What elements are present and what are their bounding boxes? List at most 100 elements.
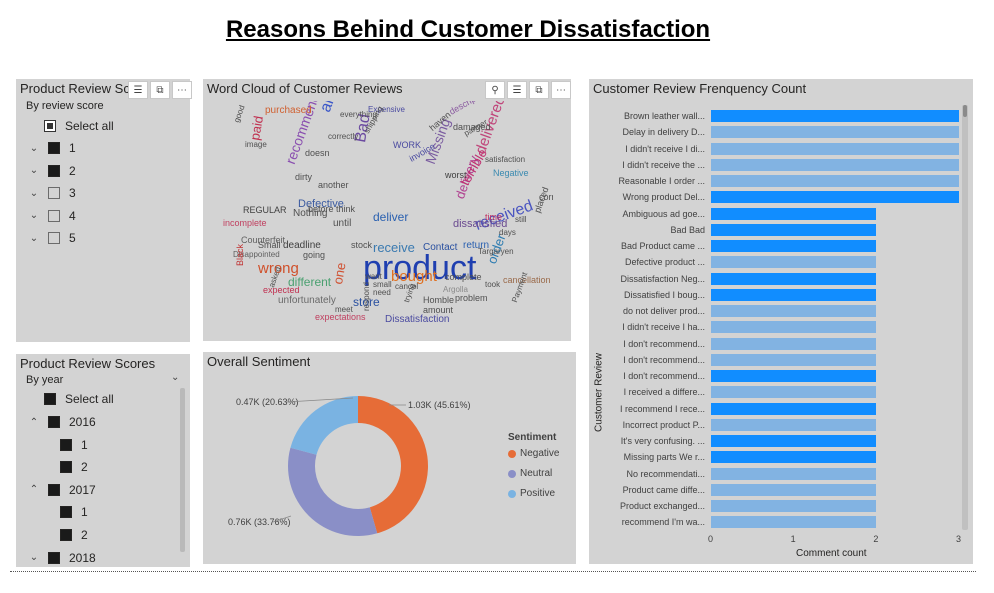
word-cloud-word[interactable]: Homble: [423, 296, 454, 305]
checkbox[interactable]: [48, 483, 60, 496]
sentiment-donut-visual[interactable]: Overall Sentiment 1.03K (45.61%) 0.76K (3…: [203, 352, 576, 564]
word-cloud-word[interactable]: description: [448, 101, 491, 117]
chevron-down-icon[interactable]: ⌄: [171, 372, 179, 383]
word-cloud-word[interactable]: Contact: [423, 243, 457, 253]
bar[interactable]: [711, 451, 877, 464]
focus-mode-icon[interactable]: ⧉: [529, 81, 549, 99]
checkbox[interactable]: [60, 529, 72, 541]
word-cloud-word[interactable]: deliver: [373, 211, 408, 223]
bar[interactable]: [711, 158, 959, 171]
checkbox[interactable]: [48, 551, 60, 564]
word-cloud-word[interactable]: complete: [445, 273, 482, 282]
checkbox[interactable]: [44, 393, 56, 405]
chevron-down-icon[interactable]: ⌄: [28, 143, 40, 154]
year-sub-option[interactable]: 1: [60, 436, 88, 454]
review-frequency-bar-visual[interactable]: Customer Review Frenquency Count Custome…: [589, 79, 973, 564]
filter-icon[interactable]: ☰: [128, 81, 148, 99]
word-cloud-word[interactable]: want: [365, 273, 382, 281]
checkbox[interactable]: [48, 209, 60, 222]
word-cloud-word[interactable]: correct: [539, 193, 553, 202]
word-cloud-word[interactable]: meet: [335, 306, 353, 314]
more-options-icon[interactable]: ⋯: [172, 81, 192, 99]
chevron-down-icon[interactable]: ⌄: [28, 233, 40, 244]
year-sub-option[interactable]: 2: [60, 458, 88, 476]
checkbox[interactable]: [44, 120, 56, 132]
word-cloud-word[interactable]: amount: [423, 306, 453, 315]
bar[interactable]: [711, 516, 877, 529]
word-cloud-word[interactable]: respond: [362, 282, 371, 311]
word-cloud-visual[interactable]: Word Cloud of Customer Reviews ⚲ ☰ ⧉ ⋯ p…: [203, 79, 571, 341]
year-group-2016[interactable]: ⌃ 2016: [28, 413, 96, 431]
bar[interactable]: [711, 110, 959, 122]
bar[interactable]: [711, 142, 959, 155]
focus-mode-icon[interactable]: ⧉: [150, 81, 170, 99]
scrollbar[interactable]: [962, 105, 968, 530]
word-cloud-word[interactable]: Small: [258, 241, 281, 250]
bar[interactable]: [711, 240, 877, 252]
bar[interactable]: [711, 435, 877, 447]
bar[interactable]: [711, 305, 877, 317]
pin-icon[interactable]: ⚲: [485, 81, 505, 99]
legend-item-negative[interactable]: Negative: [508, 448, 559, 459]
word-cloud-word[interactable]: time: [485, 213, 502, 222]
word-cloud-word[interactable]: paid: [247, 115, 266, 142]
review-score-slicer[interactable]: Product Review Scores ☰ ⧉ ⋯ By review sc…: [16, 79, 192, 342]
year-sub-option[interactable]: 1: [60, 503, 88, 521]
chevron-down-icon[interactable]: ⌄: [28, 188, 40, 199]
word-cloud-word[interactable]: stock: [351, 241, 372, 250]
donut-slice-neutral[interactable]: [288, 447, 378, 536]
bar[interactable]: [711, 386, 877, 399]
bar[interactable]: [711, 288, 877, 301]
word-cloud-word[interactable]: REGULAR: [243, 206, 287, 215]
word-cloud-word[interactable]: days: [499, 229, 516, 237]
word-cloud-word[interactable]: took: [485, 281, 500, 289]
slicer-option-5[interactable]: ⌄ 5: [28, 229, 76, 247]
year-sub-option[interactable]: 2: [60, 526, 88, 544]
word-cloud-word[interactable]: before think: [308, 205, 355, 214]
bar[interactable]: [711, 483, 877, 496]
word-cloud-word[interactable]: incomplete: [223, 219, 267, 228]
word-cloud-word[interactable]: still: [515, 216, 527, 224]
legend-item-positive[interactable]: Positive: [508, 488, 555, 499]
word-cloud-word[interactable]: Negative: [493, 169, 529, 178]
word-cloud-word[interactable]: need: [373, 289, 391, 297]
bar[interactable]: [711, 256, 877, 269]
word-cloud-word[interactable]: going: [303, 251, 325, 260]
word-cloud-word[interactable]: correctly: [328, 133, 358, 141]
bar[interactable]: [711, 223, 877, 236]
bar[interactable]: [711, 353, 877, 366]
word-cloud-word[interactable]: doesn: [305, 149, 330, 158]
word-cloud-word[interactable]: Black: [235, 244, 245, 266]
word-cloud-word[interactable]: expectations: [315, 313, 366, 322]
select-all-option[interactable]: Select all: [44, 117, 114, 135]
bar[interactable]: [711, 500, 877, 512]
checkbox[interactable]: [48, 232, 60, 244]
bar[interactable]: [711, 337, 877, 350]
bar[interactable]: [711, 467, 877, 480]
slicer-option-4[interactable]: ⌄ 4: [28, 207, 76, 225]
checkbox[interactable]: [48, 416, 60, 428]
scrollbar[interactable]: [180, 388, 185, 552]
word-cloud-word[interactable]: worst: [445, 171, 467, 180]
checkbox[interactable]: [48, 164, 60, 177]
word-cloud-word[interactable]: Targaryen: [478, 248, 514, 256]
slicer-option-3[interactable]: ⌄ 3: [28, 184, 76, 202]
year-slicer[interactable]: Product Review Scores By year ⌄ Select a…: [16, 354, 190, 567]
donut-slice-positive[interactable]: [290, 396, 358, 455]
bar[interactable]: [711, 402, 877, 415]
word-cloud-word[interactable]: good: [232, 104, 247, 124]
slicer-option-2[interactable]: ⌄ 2: [28, 162, 76, 180]
word-cloud-word[interactable]: problem: [455, 294, 488, 303]
word-cloud-word[interactable]: another: [318, 181, 349, 190]
word-cloud-word[interactable]: image: [245, 141, 267, 149]
select-all-option[interactable]: Select all: [44, 390, 114, 408]
word-cloud-word[interactable]: expected: [263, 286, 300, 295]
legend-item-neutral[interactable]: Neutral: [508, 468, 552, 479]
scrollbar-thumb[interactable]: [963, 105, 967, 117]
checkbox[interactable]: [60, 461, 72, 474]
chevron-down-icon[interactable]: ⌄: [28, 210, 40, 221]
chevron-down-icon[interactable]: ⌄: [28, 552, 40, 563]
bar[interactable]: [711, 175, 959, 187]
chevron-up-icon[interactable]: ⌃: [28, 484, 40, 495]
word-cloud-word[interactable]: until: [333, 219, 351, 229]
